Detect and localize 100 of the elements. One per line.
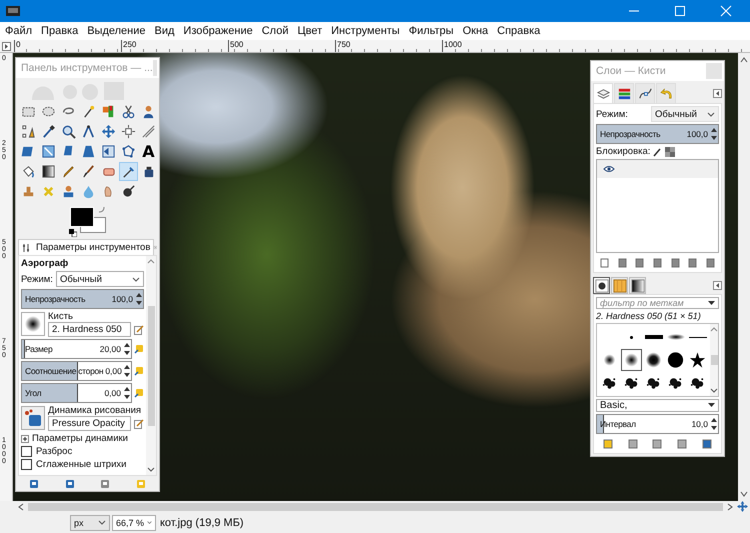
undo-icon [658,86,674,101]
slider-value: 20,00 [100,344,121,354]
stamp-icon [21,184,36,199]
checkbox-square[interactable] [21,446,32,457]
checkerboard-icon[interactable] [665,146,676,156]
brush-field[interactable]: 2. Hardness 050 [48,322,131,337]
ruler-label: 750 [335,40,442,52]
dynamics-field[interactable]: Pressure Opacity [48,416,131,431]
tag-dropdown[interactable]: Basic, [596,399,719,412]
tag-filter-field[interactable]: фильтр по меткам [596,297,719,309]
ruler-label: 250 [121,40,228,52]
spin-arrows-icon[interactable] [711,417,717,431]
tool-name: Аэрограф [21,258,70,269]
spin-arrows-icon[interactable] [124,386,130,400]
ruler-label: 500 [228,40,335,52]
file-info: кот.jpg (19,9 МБ) [160,516,244,528]
brush-shape-icon [688,351,707,369]
dropdown-arrow-icon [708,403,715,408]
scrollbar-thumb[interactable] [148,306,154,426]
slider-label: Размер [24,344,52,354]
magnifier-icon [61,124,76,139]
panel-title: Слои — Кисти [596,65,666,77]
size-slider[interactable]: Размер 20,00 [21,339,132,359]
slider-label: Непрозрачность [599,129,660,139]
opacity-slider[interactable]: Непрозрачность 100,0 [596,124,719,144]
navigate-icon[interactable] [737,501,748,512]
airbrush-icon [121,164,136,179]
eye-icon[interactable] [603,165,615,173]
menu-item[interactable]: Правка [41,25,78,37]
default-colors-icon[interactable] [69,229,77,237]
maximize-icon[interactable] [674,5,686,17]
dock-tab[interactable] [593,277,610,294]
aspect-ratio-slider[interactable]: Соотношение сторон 0,00 [21,361,132,381]
panel-title: Панель инструментов — ... [21,62,153,74]
brush-shape-icon [630,336,633,338]
mode-dropdown[interactable]: Обычный [651,106,719,122]
brush-shape-icon [622,351,641,369]
spin-arrows-icon[interactable] [711,127,717,141]
bucket-icon [21,164,36,179]
brush-shape-icon [666,351,685,369]
dock-tab[interactable] [629,277,646,294]
brush-lock-icon[interactable] [653,146,662,156]
tool-button[interactable]: A [139,142,158,161]
menu-item[interactable]: Выделение [87,25,146,37]
menu-item[interactable]: Инструменты [331,25,400,37]
brush-shape-icon [666,334,684,340]
ruler-menu-icon[interactable] [2,42,11,50]
tool-options-tab[interactable]: Параметры инструментов [18,239,154,255]
dynamics-icon[interactable] [21,406,45,430]
brush-preview[interactable] [21,312,45,336]
brush-shape-icon [644,335,662,339]
stamp-person-icon [61,184,76,199]
slider-label: Соотношение сторон [24,366,104,376]
brush-preview[interactable] [621,349,642,371]
tool-button[interactable] [119,122,138,141]
checkbox[interactable]: Сглаженные штрихи [21,459,144,470]
angle-slider[interactable]: Угол 0,00 [21,383,132,403]
menu-item[interactable]: Изображение [183,25,253,37]
slider-value: 100,0 [112,294,133,304]
tab-menu-icon[interactable] [713,88,722,98]
zoom-dropdown[interactable]: 66,7 % [112,514,156,530]
slider-value: 0,00 [105,366,122,376]
checkbox-square[interactable] [21,459,32,470]
spin-arrows-icon[interactable] [124,342,130,356]
menu-item[interactable]: Цвет [297,25,322,37]
app-icon [6,6,20,16]
dodge-icon [121,184,136,199]
move-arrows-icon [101,124,116,139]
color-squares-icon [101,104,116,119]
menu-item[interactable]: Фильтры [408,25,454,37]
spin-arrows-icon[interactable] [136,292,142,306]
dynamics-options-expander[interactable]: Параметры динамики [21,433,144,444]
opacity-slider[interactable]: Непрозрачность 100,0 [21,289,144,309]
unit-dropdown[interactable]: px [70,514,110,530]
bandage-icon [41,184,56,199]
scissors-icon [121,104,136,119]
paths-icon [638,86,652,101]
mode-dropdown[interactable]: Обычный [56,271,144,287]
foreground-color-swatch[interactable] [70,207,94,227]
tool-button[interactable] [119,162,138,181]
flip-icon [101,144,116,159]
menu-item[interactable]: Слой [262,25,288,37]
ruler-label: 1000 [442,40,549,52]
menu-item[interactable]: Окна [462,25,488,37]
scrollbar-thumb[interactable] [710,355,718,365]
ruler-label: 0 [14,40,121,52]
spin-arrows-icon[interactable] [124,364,130,378]
gradient-tab-icon [630,278,644,292]
pattern-tab-icon [612,278,626,292]
close-icon[interactable] [720,5,732,17]
menu-item[interactable]: Файл [5,25,32,37]
menu-item[interactable]: Справка [497,25,540,37]
gradient-icon [41,164,56,179]
cage-icon [121,144,136,159]
tab-menu-icon[interactable] [713,281,722,290]
lock-label: Блокировка: [596,146,650,157]
scrollbar-thumb[interactable] [28,502,723,510]
channels-icon [616,86,632,101]
menu-item[interactable]: Вид [154,25,174,37]
checkbox[interactable]: Разброс [21,446,144,457]
